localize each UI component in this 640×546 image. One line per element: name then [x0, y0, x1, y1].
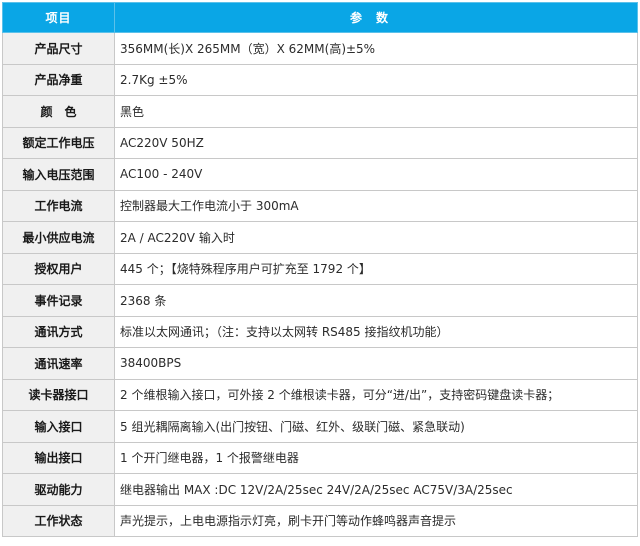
row-label: 产品净重: [2, 63, 115, 96]
row-value: AC220V 50HZ: [114, 126, 638, 159]
row-value: 控制器最大工作电流小于 300mA: [114, 189, 638, 222]
row-label: 工作电流: [2, 189, 115, 222]
row-value: 2368 条: [114, 284, 638, 317]
table-row: 颜 色 黑色: [2, 95, 638, 128]
row-value: 标准以太网通讯；（注：支持以太网转 RS485 接指纹机功能）: [114, 315, 638, 348]
table-row: 事件记录 2368 条: [2, 284, 638, 317]
row-value: 继电器输出 MAX :DC 12V/2A/25sec 24V/2A/25sec …: [114, 473, 638, 506]
row-label: 通讯方式: [2, 315, 115, 348]
row-value: 声光提示，上电电源指示灯亮，刷卡开门等动作蜂鸣器声音提示: [114, 504, 638, 537]
row-label: 产品尺寸: [2, 32, 115, 65]
row-label: 驱动能力: [2, 473, 115, 506]
row-label: 授权用户: [2, 252, 115, 285]
table-row: 工作状态 声光提示，上电电源指示灯亮，刷卡开门等动作蜂鸣器声音提示: [2, 504, 638, 537]
table-row: 输出接口 1 个开门继电器，1 个报警继电器: [2, 441, 638, 474]
row-label: 额定工作电压: [2, 126, 115, 159]
row-value: 黑色: [114, 95, 638, 128]
row-value: 2 个维根输入接口，可外接 2 个维根读卡器，可分“进/出”，支持密码键盘读卡器…: [114, 378, 638, 411]
table-row: 读卡器接口 2 个维根输入接口，可外接 2 个维根读卡器，可分“进/出”，支持密…: [2, 378, 638, 411]
table-row: 产品净重 2.7Kg ±5%: [2, 63, 638, 96]
table-row: 输入接口 5 组光耦隔离输入(出门按钮、门磁、红外、级联门磁、紧急联动): [2, 410, 638, 443]
row-label: 颜 色: [2, 95, 115, 128]
row-value: 38400BPS: [114, 347, 638, 380]
table-row: 工作电流 控制器最大工作电流小于 300mA: [2, 189, 638, 222]
row-label: 最小供应电流: [2, 221, 115, 254]
row-value: 5 组光耦隔离输入(出门按钮、门磁、红外、级联门磁、紧急联动): [114, 410, 638, 443]
row-value: 356MM(长)X 265MM（宽）X 62MM(高)±5%: [114, 32, 638, 65]
table-row: 最小供应电流 2A / AC220V 输入时: [2, 221, 638, 254]
row-label: 读卡器接口: [2, 378, 115, 411]
spec-table: 项目 参数 产品尺寸 356MM(长)X 265MM（宽）X 62MM(高)±5…: [2, 2, 638, 537]
table-row: 驱动能力 继电器输出 MAX :DC 12V/2A/25sec 24V/2A/2…: [2, 473, 638, 506]
row-label: 输入电压范围: [2, 158, 115, 191]
row-value: 2.7Kg ±5%: [114, 63, 638, 96]
table-row: 输入电压范围 AC100 - 240V: [2, 158, 638, 191]
row-label: 通讯速率: [2, 347, 115, 380]
row-label: 事件记录: [2, 284, 115, 317]
row-label: 输入接口: [2, 410, 115, 443]
row-label: 工作状态: [2, 504, 115, 537]
row-value: 2A / AC220V 输入时: [114, 221, 638, 254]
row-label: 输出接口: [2, 441, 115, 474]
row-value: 1 个开门继电器，1 个报警继电器: [114, 441, 638, 474]
row-value: 445 个；【烧特殊程序用户可扩充至 1792 个】: [114, 252, 638, 285]
header-row: 项目 参数: [2, 2, 638, 33]
row-value: AC100 - 240V: [114, 158, 638, 191]
table-row: 授权用户 445 个；【烧特殊程序用户可扩充至 1792 个】: [2, 252, 638, 285]
table-row: 通讯方式 标准以太网通讯；（注：支持以太网转 RS485 接指纹机功能）: [2, 315, 638, 348]
header-parameter: 参数: [114, 2, 638, 33]
table-row: 产品尺寸 356MM(长)X 265MM（宽）X 62MM(高)±5%: [2, 32, 638, 65]
table-row: 额定工作电压 AC220V 50HZ: [2, 126, 638, 159]
header-item: 项目: [2, 2, 115, 33]
table-row: 通讯速率 38400BPS: [2, 347, 638, 380]
